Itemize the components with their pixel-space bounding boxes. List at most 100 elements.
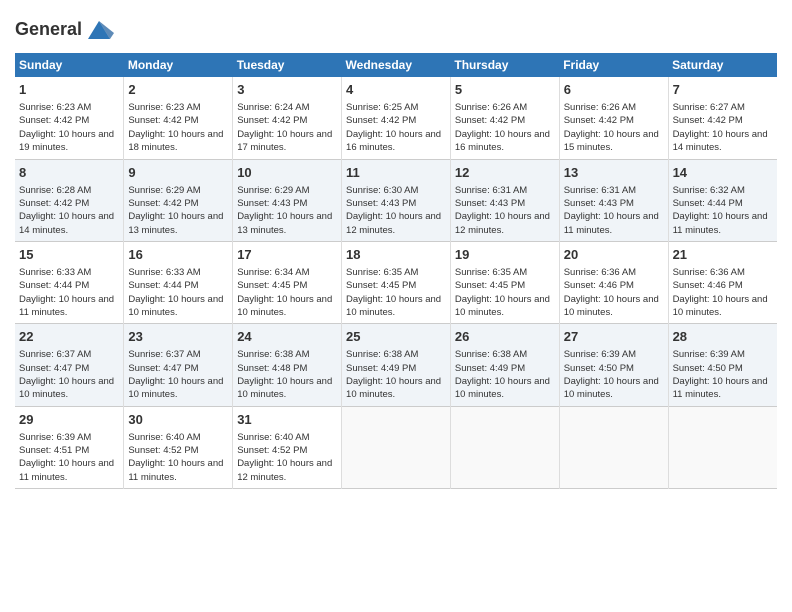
calendar-day-cell: 7 Sunrise: 6:27 AM Sunset: 4:42 PM Dayli… xyxy=(668,77,777,159)
daylight-label: Daylight: 10 hours and 10 minutes. xyxy=(346,294,441,318)
calendar-day-cell: 17 Sunrise: 6:34 AM Sunset: 4:45 PM Dayl… xyxy=(233,241,342,323)
sunrise-label: Sunrise: 6:23 AM xyxy=(19,102,91,113)
day-number: 23 xyxy=(128,328,228,346)
sunset-label: Sunset: 4:50 PM xyxy=(673,363,743,374)
calendar-week-row: 1 Sunrise: 6:23 AM Sunset: 4:42 PM Dayli… xyxy=(15,77,777,159)
day-number: 4 xyxy=(346,81,446,99)
daylight-label: Daylight: 10 hours and 13 minutes. xyxy=(237,211,332,235)
daylight-label: Daylight: 10 hours and 15 minutes. xyxy=(564,129,659,153)
daylight-label: Daylight: 10 hours and 11 minutes. xyxy=(564,211,659,235)
day-number: 25 xyxy=(346,328,446,346)
sunset-label: Sunset: 4:42 PM xyxy=(128,115,198,126)
calendar-day-cell: 29 Sunrise: 6:39 AM Sunset: 4:51 PM Dayl… xyxy=(15,406,124,488)
sunrise-label: Sunrise: 6:31 AM xyxy=(564,185,636,196)
calendar-day-cell: 15 Sunrise: 6:33 AM Sunset: 4:44 PM Dayl… xyxy=(15,241,124,323)
calendar-week-row: 22 Sunrise: 6:37 AM Sunset: 4:47 PM Dayl… xyxy=(15,324,777,406)
day-number: 30 xyxy=(128,411,228,429)
daylight-label: Daylight: 10 hours and 13 minutes. xyxy=(128,211,223,235)
calendar-day-cell xyxy=(559,406,668,488)
day-number: 24 xyxy=(237,328,337,346)
sunset-label: Sunset: 4:46 PM xyxy=(564,280,634,291)
day-number: 5 xyxy=(455,81,555,99)
sunrise-label: Sunrise: 6:36 AM xyxy=(564,267,636,278)
sunrise-label: Sunrise: 6:29 AM xyxy=(128,185,200,196)
calendar-day-cell: 14 Sunrise: 6:32 AM Sunset: 4:44 PM Dayl… xyxy=(668,159,777,241)
sunset-label: Sunset: 4:42 PM xyxy=(19,115,89,126)
weekday-header: Saturday xyxy=(668,53,777,77)
day-number: 12 xyxy=(455,164,555,182)
sunrise-label: Sunrise: 6:39 AM xyxy=(19,432,91,443)
sunset-label: Sunset: 4:52 PM xyxy=(128,445,198,456)
sunrise-label: Sunrise: 6:39 AM xyxy=(564,349,636,360)
sunrise-label: Sunrise: 6:38 AM xyxy=(455,349,527,360)
sunset-label: Sunset: 4:50 PM xyxy=(564,363,634,374)
calendar-day-cell: 6 Sunrise: 6:26 AM Sunset: 4:42 PM Dayli… xyxy=(559,77,668,159)
logo-general: General xyxy=(15,20,82,40)
sunset-label: Sunset: 4:52 PM xyxy=(237,445,307,456)
calendar-day-cell: 10 Sunrise: 6:29 AM Sunset: 4:43 PM Dayl… xyxy=(233,159,342,241)
calendar-day-cell: 18 Sunrise: 6:35 AM Sunset: 4:45 PM Dayl… xyxy=(342,241,451,323)
sunset-label: Sunset: 4:44 PM xyxy=(673,198,743,209)
weekday-header: Friday xyxy=(559,53,668,77)
sunrise-label: Sunrise: 6:25 AM xyxy=(346,102,418,113)
day-number: 22 xyxy=(19,328,119,346)
sunset-label: Sunset: 4:44 PM xyxy=(19,280,89,291)
daylight-label: Daylight: 10 hours and 10 minutes. xyxy=(237,376,332,400)
calendar-day-cell: 23 Sunrise: 6:37 AM Sunset: 4:47 PM Dayl… xyxy=(124,324,233,406)
day-number: 6 xyxy=(564,81,664,99)
sunrise-label: Sunrise: 6:30 AM xyxy=(346,185,418,196)
daylight-label: Daylight: 10 hours and 10 minutes. xyxy=(19,376,114,400)
sunrise-label: Sunrise: 6:38 AM xyxy=(237,349,309,360)
sunrise-label: Sunrise: 6:38 AM xyxy=(346,349,418,360)
calendar-day-cell: 27 Sunrise: 6:39 AM Sunset: 4:50 PM Dayl… xyxy=(559,324,668,406)
daylight-label: Daylight: 10 hours and 10 minutes. xyxy=(673,294,768,318)
sunset-label: Sunset: 4:46 PM xyxy=(673,280,743,291)
sunset-label: Sunset: 4:47 PM xyxy=(19,363,89,374)
sunset-label: Sunset: 4:51 PM xyxy=(19,445,89,456)
daylight-label: Daylight: 10 hours and 10 minutes. xyxy=(128,294,223,318)
logo-icon xyxy=(84,15,114,45)
weekday-header: Monday xyxy=(124,53,233,77)
sunrise-label: Sunrise: 6:31 AM xyxy=(455,185,527,196)
day-number: 13 xyxy=(564,164,664,182)
daylight-label: Daylight: 10 hours and 10 minutes. xyxy=(128,376,223,400)
daylight-label: Daylight: 10 hours and 12 minutes. xyxy=(237,458,332,482)
sunrise-label: Sunrise: 6:34 AM xyxy=(237,267,309,278)
sunset-label: Sunset: 4:48 PM xyxy=(237,363,307,374)
day-number: 31 xyxy=(237,411,337,429)
sunrise-label: Sunrise: 6:37 AM xyxy=(128,349,200,360)
calendar-day-cell: 16 Sunrise: 6:33 AM Sunset: 4:44 PM Dayl… xyxy=(124,241,233,323)
daylight-label: Daylight: 10 hours and 12 minutes. xyxy=(346,211,441,235)
calendar-day-cell xyxy=(342,406,451,488)
calendar-day-cell: 2 Sunrise: 6:23 AM Sunset: 4:42 PM Dayli… xyxy=(124,77,233,159)
sunset-label: Sunset: 4:42 PM xyxy=(128,198,198,209)
sunrise-label: Sunrise: 6:39 AM xyxy=(673,349,745,360)
day-number: 2 xyxy=(128,81,228,99)
sunrise-label: Sunrise: 6:24 AM xyxy=(237,102,309,113)
sunrise-label: Sunrise: 6:37 AM xyxy=(19,349,91,360)
day-number: 21 xyxy=(673,246,773,264)
daylight-label: Daylight: 10 hours and 11 minutes. xyxy=(128,458,223,482)
calendar-day-cell: 8 Sunrise: 6:28 AM Sunset: 4:42 PM Dayli… xyxy=(15,159,124,241)
day-number: 18 xyxy=(346,246,446,264)
weekday-header-row: SundayMondayTuesdayWednesdayThursdayFrid… xyxy=(15,53,777,77)
sunrise-label: Sunrise: 6:29 AM xyxy=(237,185,309,196)
daylight-label: Daylight: 10 hours and 12 minutes. xyxy=(455,211,550,235)
day-number: 3 xyxy=(237,81,337,99)
daylight-label: Daylight: 10 hours and 16 minutes. xyxy=(455,129,550,153)
sunset-label: Sunset: 4:42 PM xyxy=(346,115,416,126)
sunset-label: Sunset: 4:45 PM xyxy=(346,280,416,291)
sunrise-label: Sunrise: 6:32 AM xyxy=(673,185,745,196)
day-number: 28 xyxy=(673,328,773,346)
day-number: 20 xyxy=(564,246,664,264)
calendar-day-cell: 5 Sunrise: 6:26 AM Sunset: 4:42 PM Dayli… xyxy=(450,77,559,159)
sunrise-label: Sunrise: 6:36 AM xyxy=(673,267,745,278)
calendar-day-cell: 26 Sunrise: 6:38 AM Sunset: 4:49 PM Dayl… xyxy=(450,324,559,406)
weekday-header: Tuesday xyxy=(233,53,342,77)
sunset-label: Sunset: 4:45 PM xyxy=(237,280,307,291)
sunset-label: Sunset: 4:45 PM xyxy=(455,280,525,291)
weekday-header: Thursday xyxy=(450,53,559,77)
daylight-label: Daylight: 10 hours and 10 minutes. xyxy=(346,376,441,400)
daylight-label: Daylight: 10 hours and 10 minutes. xyxy=(455,376,550,400)
sunrise-label: Sunrise: 6:26 AM xyxy=(455,102,527,113)
